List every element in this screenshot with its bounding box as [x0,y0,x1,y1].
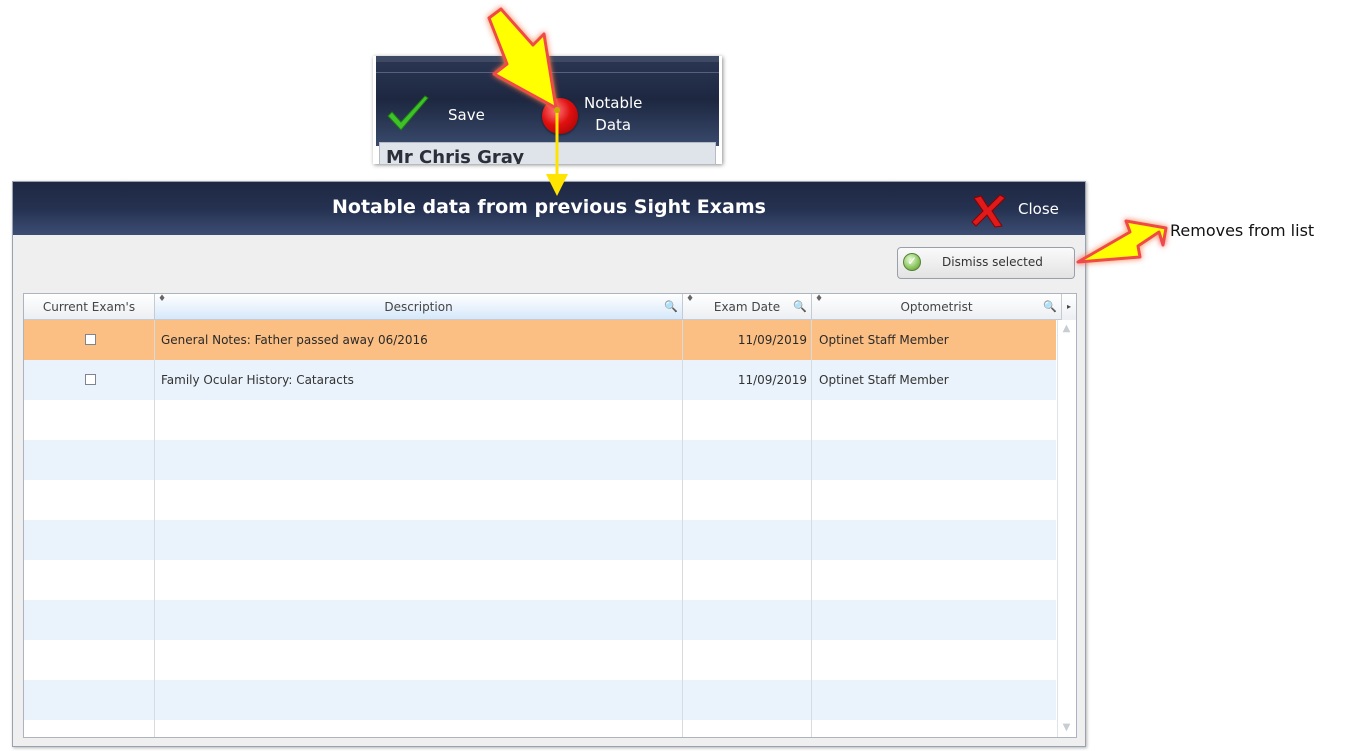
notable-label-line2: Data [595,116,632,134]
empty-row [24,400,1056,440]
dismiss-arrow-icon [1076,219,1168,264]
toolbar-band: Save Notable Data [376,56,719,146]
column-header-label: Current Exam's [42,300,136,314]
dialog-title: Notable data from previous Sight Exams [332,196,766,218]
empty-row [24,680,1056,720]
scroll-up-icon[interactable]: ▲ [1060,324,1073,334]
empty-row [24,600,1056,640]
notable-data-dialog: Notable data from previous Sight Exams C… [12,181,1086,747]
description-cell: General Notes: Father passed away 06/201… [161,333,428,347]
red-x-icon[interactable] [968,194,1008,228]
dialog-titlebar: Notable data from previous Sight Exams C… [13,182,1085,235]
column-header-label: Optometrist [900,300,973,314]
save-button[interactable]: Save [448,106,485,124]
removes-from-list-annotation: Removes from list [1170,221,1315,240]
column-header-current-exam[interactable]: Current Exam's [24,294,155,320]
patient-name: Mr Chris Gray [386,147,525,164]
column-header-exam-date[interactable]: ♦ Exam Date 🔍 [683,294,812,320]
patient-strip: Mr Chris Gray [379,142,716,164]
toolbar-snippet: Save Notable Data Mr Chris Gray [373,56,722,164]
dismiss-selected-button[interactable]: ✓ Dismiss selected [897,247,1075,279]
column-header-label: Description [384,300,453,314]
sort-indicator-icon: ♦ [686,294,695,304]
column-divider [682,320,683,737]
dismiss-selected-label[interactable]: Dismiss selected [942,255,1043,269]
notable-label-line1: Notable [584,94,643,112]
magnifier-icon[interactable]: 🔍 [793,294,807,320]
close-button[interactable]: Close [968,194,1078,228]
sort-indicator-icon: ♦ [158,294,167,304]
close-label[interactable]: Close [1018,200,1059,218]
sort-indicator-icon: ♦ [815,294,824,304]
column-header-optometrist[interactable]: ♦ Optometrist 🔍 [812,294,1062,320]
grid-header: Current Exam's ♦ Description 🔍 ♦ Exam Da… [24,294,1076,321]
current-exam-checkbox[interactable] [85,334,96,345]
table-row[interactable]: General Notes: Father passed away 06/201… [24,320,1056,360]
scroll-down-icon[interactable]: ▼ [1060,723,1073,733]
vertical-scrollbar[interactable]: ▲ ▼ [1057,320,1076,737]
column-divider [154,320,155,737]
table-row[interactable]: Family Ocular History: Cataracts 11/09/2… [24,360,1056,400]
current-exam-checkbox[interactable] [85,374,96,385]
empty-row [24,520,1056,560]
empty-row [24,440,1056,480]
column-divider [811,320,812,737]
empty-row [24,640,1056,680]
optometrist-cell: Optinet Staff Member [819,333,949,347]
magnifier-icon[interactable]: 🔍 [664,294,678,320]
empty-row [24,560,1056,600]
exam-date-cell: 11/09/2019 [737,373,807,387]
scroll-right-button[interactable]: ▸ [1062,294,1076,321]
red-dot-icon[interactable] [542,98,578,134]
checkmark-icon[interactable] [385,92,431,140]
column-header-description[interactable]: ♦ Description 🔍 [155,294,683,320]
column-header-label: Exam Date [713,300,781,314]
empty-row [24,480,1056,520]
description-cell: Family Ocular History: Cataracts [161,373,354,387]
magnifier-icon[interactable]: 🔍 [1043,294,1057,320]
notable-data-button[interactable]: Notable Data [584,92,642,136]
exam-date-cell: 11/09/2019 [737,333,807,347]
optometrist-cell: Optinet Staff Member [819,373,949,387]
green-check-circle-icon: ✓ [903,253,921,271]
notable-data-grid: Current Exam's ♦ Description 🔍 ♦ Exam Da… [23,293,1077,738]
